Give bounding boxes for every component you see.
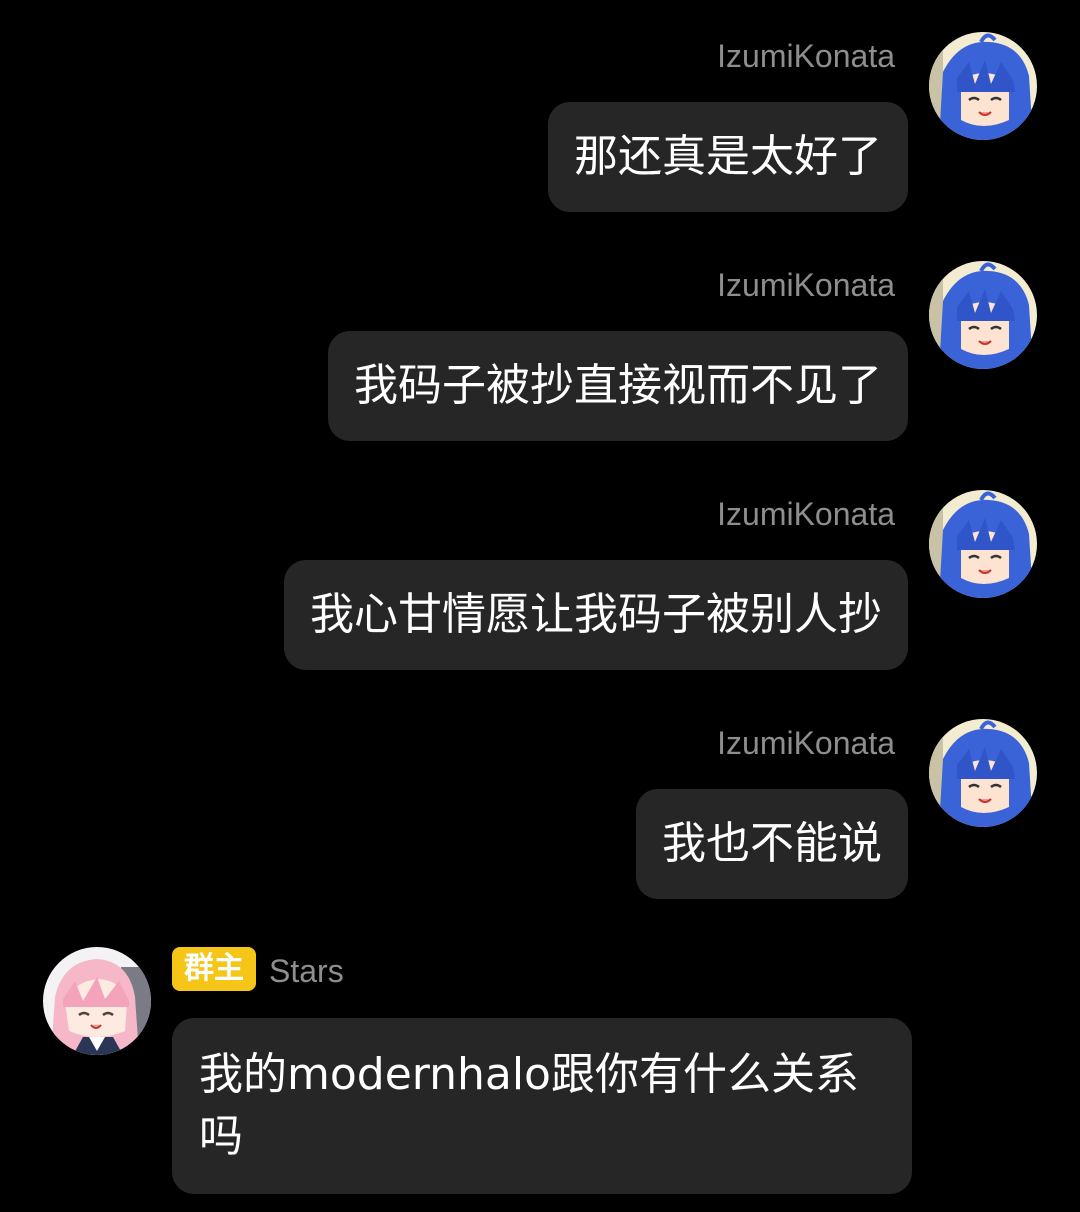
message-bubble[interactable]: 我码子被抄直接视而不见了: [328, 331, 908, 441]
sender-name: IzumiKonata: [717, 725, 895, 761]
konata-avatar-icon[interactable]: [929, 32, 1037, 140]
konata-avatar-icon[interactable]: [929, 719, 1037, 827]
sender-name: Stars: [269, 953, 344, 989]
sender-name: IzumiKonata: [717, 267, 895, 303]
message-bubble[interactable]: 我的modernhalo跟你有什么关系吗: [172, 1018, 912, 1194]
konata-avatar-icon[interactable]: [929, 490, 1037, 598]
sender-name: IzumiKonata: [717, 38, 895, 74]
stars-avatar-icon[interactable]: [43, 947, 151, 1055]
message-bubble[interactable]: 我也不能说: [636, 789, 908, 899]
message-bubble[interactable]: 那还真是太好了: [548, 102, 908, 212]
message-bubble[interactable]: 我心甘情愿让我码子被别人抄: [284, 560, 908, 670]
konata-avatar-icon[interactable]: [929, 261, 1037, 369]
group-owner-badge: 群主: [172, 947, 256, 991]
sender-name: IzumiKonata: [717, 496, 895, 532]
